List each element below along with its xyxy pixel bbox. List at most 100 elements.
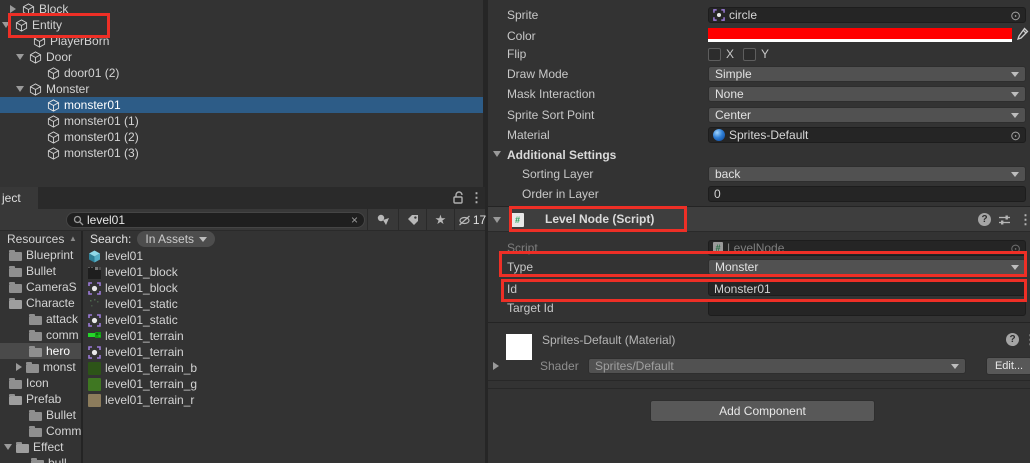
material-preview-thumbnail[interactable] bbox=[506, 334, 532, 360]
folder-item-cameras[interactable]: CameraS bbox=[0, 279, 81, 295]
search-by-label-button[interactable] bbox=[398, 209, 426, 231]
sprite-icon bbox=[88, 282, 101, 295]
asset-row-level01-terrain-tilemap[interactable]: level01_terrain bbox=[83, 328, 485, 344]
sprite-object-field[interactable]: circle ⊙ bbox=[708, 7, 1026, 23]
target-id-input[interactable] bbox=[714, 301, 1020, 315]
shader-dropdown[interactable]: Sprites/Default bbox=[588, 358, 966, 374]
hierarchy-item-door[interactable]: Door bbox=[0, 49, 485, 65]
hierarchy-item-block[interactable]: Block bbox=[0, 1, 485, 17]
help-icon[interactable]: ? bbox=[978, 213, 991, 226]
search-scope-dropdown[interactable]: In Assets bbox=[137, 231, 215, 247]
mask-interaction-dropdown[interactable]: None bbox=[708, 86, 1026, 102]
presets-icon[interactable] bbox=[998, 214, 1011, 226]
asset-row-level01-terrain-r[interactable]: level01_terrain_r bbox=[83, 392, 485, 408]
object-picker-icon[interactable]: ⊙ bbox=[1010, 129, 1021, 142]
tilemap-faint-icon bbox=[88, 298, 101, 311]
sorting-layer-dropdown[interactable]: back bbox=[708, 166, 1026, 182]
folder-icon bbox=[29, 428, 42, 437]
hierarchy-item-monster01-selected[interactable]: monster01 bbox=[0, 97, 485, 113]
level-node-component-header[interactable]: # Level Node (Script) ? ⋮ bbox=[488, 206, 1030, 232]
sort-point-dropdown[interactable]: Center bbox=[708, 107, 1026, 123]
folder-item-icon[interactable]: Icon bbox=[0, 375, 81, 391]
folder-item-bullet[interactable]: Bullet bbox=[0, 263, 81, 279]
shader-value: Sprites/Default bbox=[595, 359, 674, 373]
foldout-collapsed-icon[interactable] bbox=[16, 363, 22, 371]
folder-item-bull[interactable]: bull bbox=[0, 455, 81, 463]
hidden-count-button[interactable]: 17 bbox=[454, 209, 489, 231]
add-component-button[interactable]: Add Component bbox=[650, 400, 875, 422]
flip-x-checkbox[interactable] bbox=[708, 48, 721, 61]
search-field[interactable]: × bbox=[66, 212, 365, 228]
target-id-field[interactable] bbox=[708, 300, 1026, 316]
kebab-menu-icon[interactable]: ⋮ bbox=[470, 190, 483, 206]
favorites-button[interactable]: ★ bbox=[426, 209, 454, 231]
folder-label: hero bbox=[46, 344, 70, 358]
foldout-expanded-icon[interactable] bbox=[16, 54, 24, 60]
folder-item-monster[interactable]: monst bbox=[0, 359, 81, 375]
search-by-type-button[interactable] bbox=[367, 209, 398, 231]
folder-item-bullet2[interactable]: Bullet bbox=[0, 407, 81, 423]
asset-row-level01-terrain-sprite[interactable]: level01_terrain bbox=[83, 344, 485, 360]
foldout-expanded-icon[interactable] bbox=[16, 86, 24, 92]
order-in-layer-input[interactable] bbox=[714, 187, 1020, 201]
hierarchy-item-monster01-3[interactable]: monster01 (3) bbox=[0, 145, 485, 161]
flip-y-checkbox[interactable] bbox=[743, 48, 756, 61]
folder-item-hero-selected[interactable]: hero bbox=[0, 343, 81, 359]
foldout-collapsed-icon[interactable] bbox=[493, 362, 499, 370]
hierarchy-item-entity[interactable]: Entity bbox=[0, 17, 485, 33]
asset-row-level01-terrain-g[interactable]: level01_terrain_g bbox=[83, 376, 485, 392]
folder-item-prefab[interactable]: Prefab bbox=[0, 391, 81, 407]
asset-row-level01-block-sprite[interactable]: level01_block bbox=[83, 280, 485, 296]
hierarchy-item-monster[interactable]: Monster bbox=[0, 81, 485, 97]
color-swatch[interactable] bbox=[708, 28, 1012, 42]
target-id-row-label: Target Id bbox=[507, 300, 554, 316]
id-input[interactable] bbox=[714, 282, 1020, 296]
material-object-field[interactable]: Sprites-Default ⊙ bbox=[708, 127, 1026, 143]
hierarchy-item-monster01-2[interactable]: monster01 (2) bbox=[0, 129, 485, 145]
foldout-expanded-icon[interactable] bbox=[2, 22, 10, 28]
folder-item-resources[interactable]: Resources bbox=[0, 231, 81, 247]
asset-row-level01-block-tilemap[interactable]: level01_block bbox=[83, 264, 485, 280]
search-input[interactable] bbox=[87, 213, 348, 227]
foldout-expanded-icon[interactable] bbox=[493, 217, 501, 223]
id-field[interactable] bbox=[708, 281, 1026, 296]
asset-row-level01[interactable]: level01 bbox=[83, 248, 485, 264]
cube-icon bbox=[15, 19, 28, 32]
folder-item-comm2[interactable]: Comm bbox=[0, 423, 81, 439]
lock-icon[interactable] bbox=[452, 191, 465, 205]
asset-row-level01-static-sprite[interactable]: level01_static bbox=[83, 312, 485, 328]
project-tab[interactable]: ject bbox=[0, 187, 38, 209]
foldout-collapsed-icon[interactable] bbox=[10, 5, 16, 13]
cube-icon bbox=[29, 51, 42, 64]
script-value: LevelNode bbox=[727, 241, 784, 255]
folder-item-blueprint[interactable]: Blueprint bbox=[0, 247, 81, 263]
folder-item-comm[interactable]: comm bbox=[0, 327, 81, 343]
script-icon: # bbox=[713, 242, 723, 254]
hierarchy-item-door01[interactable]: door01 (2) bbox=[0, 65, 485, 81]
kebab-menu-icon[interactable]: ⋮ bbox=[1019, 212, 1030, 228]
type-dropdown[interactable]: Monster bbox=[708, 259, 1026, 275]
kebab-menu-icon[interactable]: ⋮ bbox=[1024, 332, 1030, 348]
eyedropper-icon[interactable] bbox=[1016, 27, 1029, 41]
folder-label: attack bbox=[46, 312, 78, 326]
additional-settings-header[interactable]: Additional Settings bbox=[507, 147, 616, 163]
chevron-down-icon bbox=[1011, 92, 1019, 97]
asset-row-level01-static-tilemap[interactable]: level01_static bbox=[83, 296, 485, 312]
help-icon[interactable]: ? bbox=[1006, 333, 1019, 346]
asset-row-level01-terrain-b[interactable]: level01_terrain_b bbox=[83, 360, 485, 376]
order-in-layer-field[interactable] bbox=[708, 186, 1026, 202]
open-folder-icon bbox=[9, 396, 22, 405]
hierarchy-item-label: monster01 (3) bbox=[64, 146, 139, 160]
edit-material-button[interactable]: Edit... bbox=[986, 357, 1030, 375]
hierarchy-item-label: monster01 (2) bbox=[64, 130, 139, 144]
draw-mode-dropdown[interactable]: Simple bbox=[708, 66, 1026, 82]
foldout-expanded-icon[interactable] bbox=[4, 444, 12, 450]
object-picker-icon[interactable]: ⊙ bbox=[1010, 9, 1021, 22]
folder-item-character[interactable]: Characte bbox=[0, 295, 81, 311]
clear-search-icon[interactable]: × bbox=[351, 213, 358, 227]
hierarchy-item-playerborn[interactable]: PlayerBorn bbox=[0, 33, 485, 49]
hierarchy-item-monster01-1[interactable]: monster01 (1) bbox=[0, 113, 485, 129]
foldout-expanded-icon[interactable] bbox=[493, 151, 501, 157]
folder-item-effect[interactable]: Effect bbox=[0, 439, 81, 455]
folder-item-attack[interactable]: attack bbox=[0, 311, 81, 327]
